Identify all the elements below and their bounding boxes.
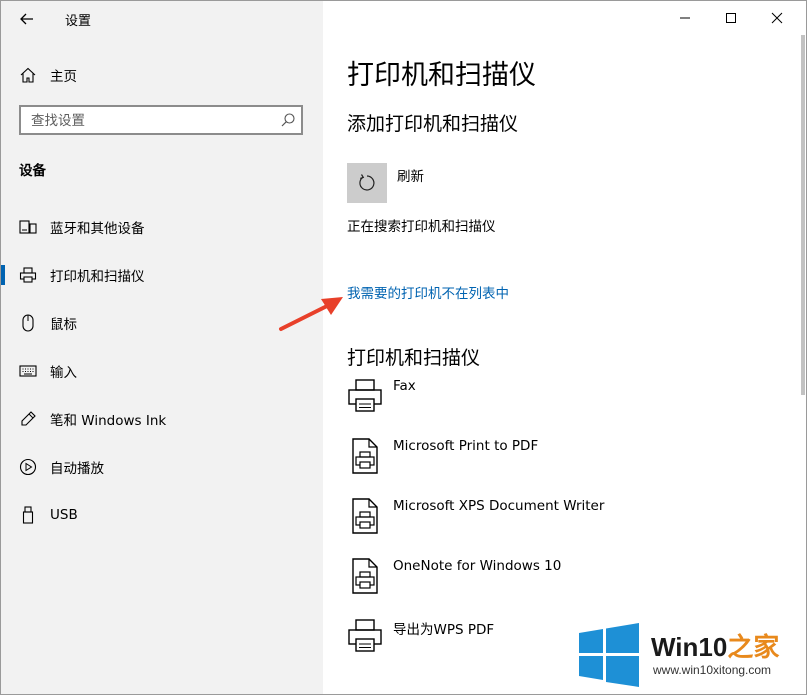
printer-icon xyxy=(347,618,383,654)
printer-list-title: 打印机和扫描仪 xyxy=(347,347,481,369)
printer-icon xyxy=(19,266,37,284)
watermark-url: www.win10xitong.com xyxy=(653,663,772,677)
sidebar-item-usb[interactable]: USB xyxy=(1,491,323,539)
home-icon xyxy=(19,66,37,84)
usb-icon xyxy=(19,506,37,524)
printer-item-print-to-pdf[interactable]: Microsoft Print to PDF xyxy=(347,438,767,484)
refresh-button[interactable] xyxy=(347,163,387,203)
minimize-button[interactable] xyxy=(662,1,708,35)
printer-item-onenote[interactable]: OneNote for Windows 10 xyxy=(347,558,767,604)
bluetooth-devices-icon xyxy=(19,218,37,236)
add-section-title: 添加打印机和扫描仪 xyxy=(347,113,519,135)
printer-icon xyxy=(347,378,383,414)
printer-name: Microsoft XPS Document Writer xyxy=(393,498,605,514)
search-input[interactable] xyxy=(29,110,273,132)
close-button[interactable] xyxy=(754,1,800,35)
pen-icon xyxy=(19,410,37,428)
watermark-brand-main: Win10 xyxy=(651,632,728,662)
watermark-logo: Win10之家 www.win10xitong.com xyxy=(573,619,805,693)
printer-item-xps-writer[interactable]: Microsoft XPS Document Writer xyxy=(347,498,767,544)
page-title: 打印机和扫描仪 xyxy=(347,60,536,91)
settings-window: 设置 主页 设备 蓝牙和其他设备 打印机和扫描仪 xyxy=(0,0,807,695)
sidebar-item-label: 笔和 Windows Ink xyxy=(50,413,167,429)
missing-printer-link[interactable]: 我需要的打印机不在列表中 xyxy=(347,282,509,302)
window-title: 设置 xyxy=(65,14,92,29)
sidebar-item-home[interactable]: 主页 xyxy=(1,51,323,99)
refresh-label[interactable]: 刷新 xyxy=(397,165,424,185)
sidebar-item-label: 自动播放 xyxy=(50,461,104,477)
sidebar-item-pen[interactable]: 笔和 Windows Ink xyxy=(1,395,323,443)
back-arrow-icon xyxy=(20,13,33,25)
watermark-brand: Win10之家 xyxy=(651,627,779,664)
printer-name: Microsoft Print to PDF xyxy=(393,438,539,454)
scrollbar[interactable] xyxy=(801,35,805,395)
search-box[interactable] xyxy=(19,105,303,135)
sidebar-item-label: 打印机和扫描仪 xyxy=(50,269,145,285)
minimize-icon xyxy=(680,17,690,19)
maximize-button[interactable] xyxy=(708,1,754,35)
sidebar-item-mouse[interactable]: 鼠标 xyxy=(1,299,323,347)
search-icon[interactable] xyxy=(279,111,297,129)
sidebar-item-label: 主页 xyxy=(50,69,77,85)
sidebar-item-label: USB xyxy=(50,507,78,523)
document-printer-icon xyxy=(347,498,383,534)
annotation-arrow xyxy=(279,297,343,331)
printer-name: Fax xyxy=(393,378,416,394)
printer-name: 导出为WPS PDF xyxy=(393,622,495,638)
printer-item-fax[interactable]: Fax xyxy=(347,378,767,424)
autoplay-icon xyxy=(19,458,37,476)
back-button[interactable] xyxy=(11,5,43,33)
document-printer-icon xyxy=(347,558,383,594)
sidebar-item-printers[interactable]: 打印机和扫描仪 xyxy=(1,251,323,299)
sidebar-item-autoplay[interactable]: 自动播放 xyxy=(1,443,323,491)
main-content: 打印机和扫描仪 添加打印机和扫描仪 刷新 正在搜索打印机和扫描仪 我需要的打印机… xyxy=(323,1,806,694)
printer-name: OneNote for Windows 10 xyxy=(393,558,562,574)
keyboard-icon xyxy=(19,362,37,380)
sidebar-item-label: 输入 xyxy=(50,365,77,381)
refresh-icon xyxy=(359,174,375,191)
sidebar-item-bluetooth[interactable]: 蓝牙和其他设备 xyxy=(1,203,323,251)
document-printer-icon xyxy=(347,438,383,474)
sidebar-item-label: 蓝牙和其他设备 xyxy=(50,221,145,237)
section-title: 设备 xyxy=(19,163,46,179)
search-status-text: 正在搜索打印机和扫描仪 xyxy=(347,219,496,235)
watermark-brand-suffix: 之家 xyxy=(727,632,780,662)
sidebar-item-typing[interactable]: 输入 xyxy=(1,347,323,395)
sidebar: 设置 主页 设备 蓝牙和其他设备 打印机和扫描仪 xyxy=(1,1,323,694)
sidebar-item-label: 鼠标 xyxy=(50,317,77,333)
close-icon xyxy=(771,12,783,24)
windows-logo-icon xyxy=(579,623,639,687)
maximize-icon xyxy=(726,13,736,23)
mouse-icon xyxy=(19,314,37,332)
